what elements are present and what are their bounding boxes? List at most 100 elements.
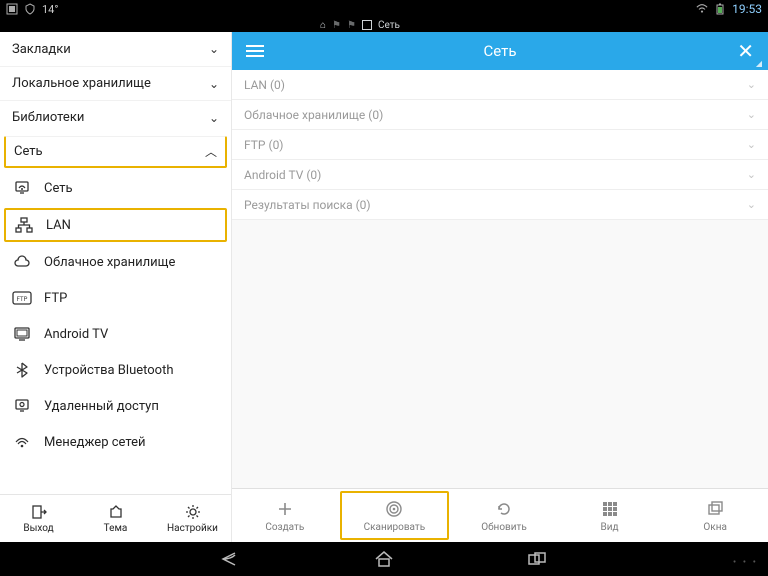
scan-icon — [384, 499, 404, 519]
refresh-button[interactable]: Обновить — [451, 489, 557, 542]
sidebar-item-cloud[interactable]: Облачное хранилище — [0, 244, 231, 280]
bluetooth-icon — [12, 360, 32, 380]
windows-icon — [706, 499, 724, 519]
grid-icon — [602, 499, 618, 519]
button-label: Окна — [703, 522, 727, 533]
breadcrumb-label: Сеть — [378, 20, 400, 31]
sidebar-item-bluetooth[interactable]: Устройства Bluetooth — [0, 352, 231, 388]
chevron-down-icon: ⌄ — [747, 138, 756, 151]
main-header: Сеть ✕ ◢ — [232, 32, 768, 70]
sidebar-cat-network[interactable]: Сеть ︿ — [4, 136, 227, 168]
sidebar-item-label: Облачное хранилище — [44, 255, 175, 270]
button-label: Создать — [265, 522, 304, 533]
home-button[interactable] — [366, 549, 402, 569]
sidebar-item-network[interactable]: Сеть — [0, 170, 231, 206]
sidebar-item-ftp[interactable]: FTP FTP — [0, 280, 231, 316]
sidebar-item-netmanager[interactable]: Менеджер сетей — [0, 424, 231, 460]
windows-button[interactable]: Окна — [662, 489, 768, 542]
button-label: Выход — [23, 523, 53, 534]
sidebar-cat-label: Библиотеки — [12, 110, 84, 125]
list-item-label: Результаты поиска (0) — [244, 198, 371, 212]
theme-icon — [107, 503, 125, 521]
resize-icon: ◢ — [756, 59, 762, 68]
network-icon — [12, 178, 32, 198]
remote-icon — [12, 396, 32, 416]
breadcrumb-bar: ⌂ ⚑ ⚑ Сеть — [0, 18, 768, 32]
chevron-down-icon: ⌄ — [747, 168, 756, 181]
list-item[interactable]: FTP (0) ⌄ — [232, 130, 768, 160]
sidebar-item-label: Сеть — [44, 181, 73, 196]
chevron-down-icon: ⌄ — [209, 42, 219, 56]
chevron-down-icon: ⌄ — [747, 108, 756, 121]
recent-button[interactable] — [522, 549, 558, 569]
settings-button[interactable]: Настройки — [154, 495, 231, 542]
create-button[interactable]: Создать — [232, 489, 338, 542]
list-item[interactable]: Android TV (0) ⌄ — [232, 160, 768, 190]
list-item-label: Android TV (0) — [244, 168, 321, 182]
flag-icon-2: ⚑ — [347, 20, 356, 31]
list-item[interactable]: LAN (0) ⌄ — [232, 70, 768, 100]
exit-icon — [30, 503, 48, 521]
chevron-up-icon: ︿ — [205, 143, 217, 160]
button-label: Сканировать — [364, 522, 426, 533]
ftp-icon: FTP — [12, 288, 32, 308]
sidebar-item-label: Менеджер сетей — [44, 435, 146, 450]
sidebar-item-androidtv[interactable]: Android TV — [0, 316, 231, 352]
scan-button[interactable]: Сканировать — [340, 491, 450, 540]
sidebar-item-remote[interactable]: Удаленный доступ — [0, 388, 231, 424]
sidebar-item-label: Android TV — [44, 327, 108, 342]
cloud-icon — [12, 252, 32, 272]
chevron-down-icon: ⌄ — [747, 198, 756, 211]
lan-icon — [14, 215, 34, 235]
list-item[interactable]: Результаты поиска (0) ⌄ — [232, 190, 768, 220]
battery-icon — [714, 3, 726, 15]
gear-icon — [184, 503, 202, 521]
temperature-text: 14° — [42, 3, 58, 16]
view-button[interactable]: Вид — [557, 489, 663, 542]
wifi-icon — [696, 3, 708, 15]
nav-dots: • • • — [733, 557, 758, 568]
list-item-label: FTP (0) — [244, 138, 284, 152]
signal-icon — [12, 432, 32, 452]
sidebar-cat-label: Локальное хранилище — [12, 76, 151, 91]
button-label: Настройки — [167, 523, 218, 534]
sidebar-item-label: FTP — [44, 291, 67, 306]
sidebar-cat-label: Закладки — [12, 42, 71, 57]
page-title: Сеть — [484, 42, 517, 60]
clock-text: 19:53 — [732, 2, 762, 16]
sidebar: Закладки ⌄ Локальное хранилище ⌄ Библиот… — [0, 32, 232, 542]
sidebar-item-label: LAN — [46, 218, 71, 233]
plus-icon — [276, 499, 294, 519]
theme-button[interactable]: Тема — [77, 495, 154, 542]
chevron-down-icon: ⌄ — [209, 111, 219, 125]
svg-text:FTP: FTP — [17, 296, 28, 303]
back-button[interactable] — [210, 549, 246, 569]
android-status-bar: 14° 19:53 — [0, 0, 768, 18]
button-label: Тема — [104, 523, 128, 534]
source-list: LAN (0) ⌄ Облачное хранилище (0) ⌄ FTP (… — [232, 70, 768, 488]
refresh-icon — [495, 499, 513, 519]
list-item-label: LAN (0) — [244, 78, 285, 92]
sidebar-item-lan[interactable]: LAN — [4, 208, 227, 242]
sidebar-item-label: Устройства Bluetooth — [44, 363, 174, 378]
sidebar-cat-local[interactable]: Локальное хранилище ⌄ — [0, 66, 231, 100]
shield-icon — [24, 3, 36, 15]
exit-button[interactable]: Выход — [0, 495, 77, 542]
flag-icon: ⚑ — [332, 20, 341, 31]
app-notif-icon — [6, 3, 18, 15]
sidebar-cat-bookmarks[interactable]: Закладки ⌄ — [0, 32, 231, 66]
chevron-down-icon: ⌄ — [209, 77, 219, 91]
button-label: Вид — [601, 522, 619, 533]
menu-button[interactable] — [242, 41, 268, 61]
tv-icon — [12, 324, 32, 344]
list-item[interactable]: Облачное хранилище (0) ⌄ — [232, 100, 768, 130]
tab-icon — [362, 20, 372, 30]
main-toolbar: Создать Сканировать Обновить — [232, 488, 768, 542]
sidebar-cat-label: Сеть — [14, 144, 43, 159]
sidebar-item-label: Удаленный доступ — [44, 399, 159, 414]
android-nav-bar: • • • — [0, 542, 768, 576]
chevron-down-icon: ⌄ — [747, 78, 756, 91]
close-button[interactable]: ✕ — [733, 37, 758, 65]
button-label: Обновить — [481, 522, 527, 533]
sidebar-cat-libraries[interactable]: Библиотеки ⌄ — [0, 100, 231, 134]
